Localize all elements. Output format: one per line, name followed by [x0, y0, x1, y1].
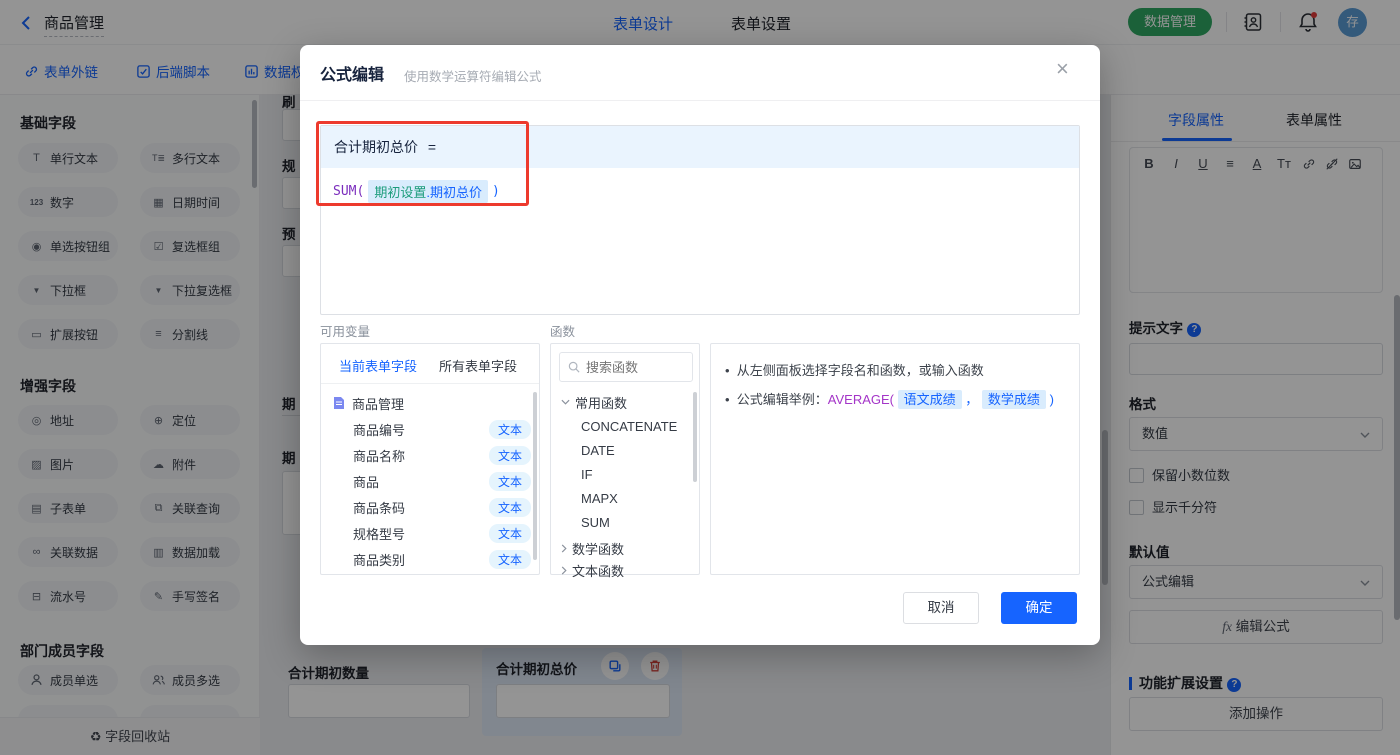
field-type-badge: 文本 — [488, 471, 531, 491]
chevron-right-icon — [561, 565, 567, 575]
function-item[interactable]: CONCATENATE — [581, 414, 677, 438]
example-token: 语文成绩 — [897, 390, 962, 409]
functions-section-label: 函数 — [550, 325, 576, 339]
example-token: 数学成绩 — [981, 390, 1046, 409]
variable-row[interactable]: 商品类别 文本 — [353, 546, 531, 572]
field-type-badge: 文本 — [488, 419, 531, 439]
function-item[interactable]: MAPX — [581, 486, 618, 510]
functions-panel: 常用函数 CONCATENATE DATE IF MAPX SUM 数学函数 文… — [550, 343, 700, 579]
variables-panel: 当前表单字段 所有表单字段 商品管理 商品编号 文本 商品名称 文本 商品 文本 商品… — [320, 343, 540, 575]
variables-scrollbar[interactable] — [533, 392, 537, 560]
function-group-text[interactable]: 文本函数 — [561, 558, 624, 582]
functions-scrollbar[interactable] — [693, 392, 697, 482]
variable-row[interactable]: 商品名称 文本 — [353, 442, 531, 468]
tip-line-1: • 从左侧面板选择字段名和函数，或输入函数 — [725, 363, 984, 378]
variable-row[interactable]: 规格型号 文本 — [353, 520, 531, 546]
chevron-right-icon — [561, 543, 567, 553]
field-type-badge: 文本 — [488, 523, 531, 543]
tab-all-form-fields[interactable]: 所有表单字段 — [439, 356, 517, 375]
function-item[interactable]: DATE — [581, 438, 615, 462]
modal-subtitle: 使用数学运算符编辑公式 — [404, 70, 542, 84]
variable-row[interactable]: 商品条码 文本 — [353, 494, 531, 520]
divider — [300, 100, 1100, 101]
example-function-name: AVERAGE( — [827, 392, 895, 407]
function-group-math[interactable]: 数学函数 — [561, 536, 624, 560]
variables-section-label: 可用变量 — [320, 325, 371, 339]
variables-tabs: 当前表单字段 所有表单字段 — [321, 344, 539, 384]
close-icon[interactable]: × — [1056, 58, 1069, 80]
function-search-input[interactable] — [586, 359, 681, 375]
annotation-highlight-box — [316, 121, 529, 206]
function-group-common[interactable]: 常用函数 — [561, 390, 627, 414]
function-item[interactable]: IF — [581, 462, 593, 486]
cancel-button[interactable]: 取消 — [903, 592, 979, 624]
search-icon — [568, 361, 580, 373]
function-search-box[interactable] — [559, 352, 693, 382]
tab-current-form-fields[interactable]: 当前表单字段 — [339, 356, 417, 375]
variables-root-node[interactable]: 商品管理 — [333, 390, 404, 416]
field-type-badge: 文本 — [488, 549, 531, 569]
tips-panel: • 从左侧面板选择字段名和函数，或输入函数 • 公式编辑举例：AVERAGE( … — [710, 343, 1080, 575]
variable-row[interactable]: 商品 文本 — [353, 468, 531, 494]
field-type-badge: 文本 — [488, 445, 531, 465]
field-type-badge: 文本 — [488, 497, 531, 517]
chevron-down-icon — [561, 399, 570, 405]
tip-line-2: • 公式编辑举例：AVERAGE( 语文成绩 ， 数学成绩 ) — [725, 390, 1054, 409]
variable-row[interactable]: 商品编号 文本 — [353, 416, 531, 442]
form-doc-icon — [334, 397, 344, 409]
confirm-button[interactable]: 确定 — [1001, 592, 1077, 624]
function-item[interactable]: SUM — [581, 510, 610, 534]
modal-title: 公式编辑 — [320, 67, 385, 84]
